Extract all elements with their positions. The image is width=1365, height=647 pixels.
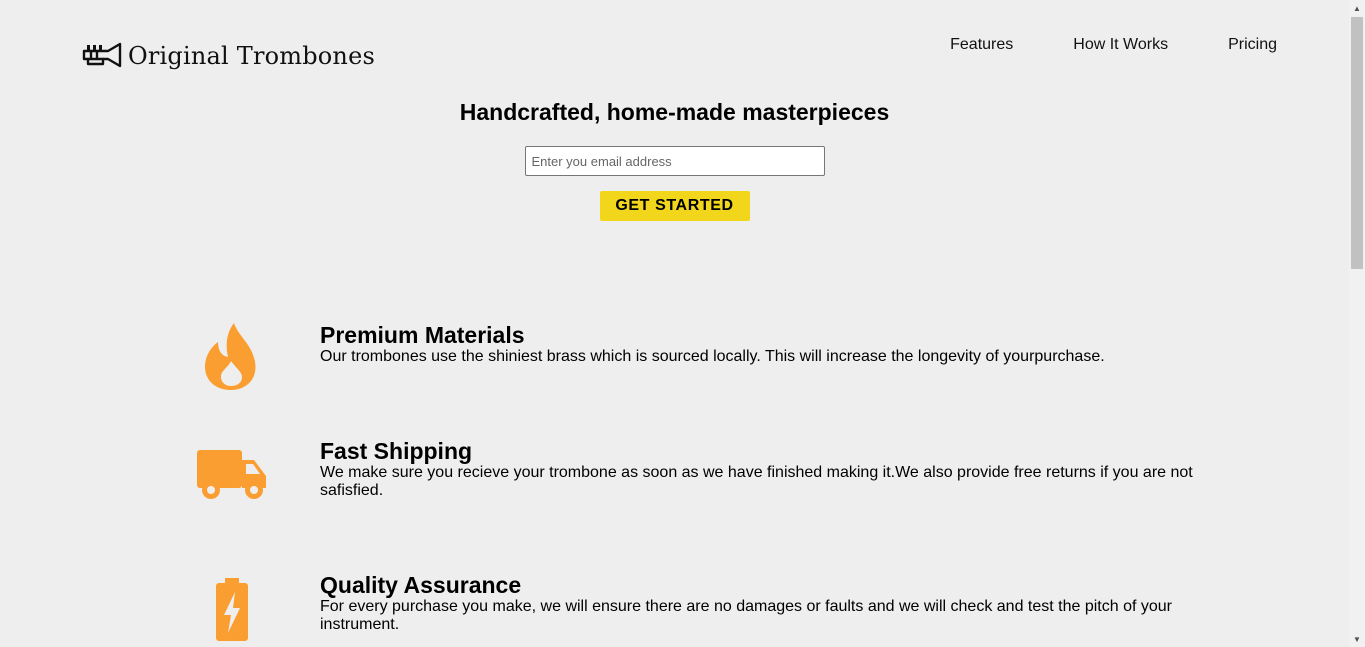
feature-text: Premium Materials Our trombones use the … (320, 322, 1210, 366)
scrollbar-thumb[interactable] (1351, 17, 1363, 269)
get-started-button[interactable]: GET STARTED (599, 191, 750, 221)
trombone-icon (82, 36, 122, 76)
logo[interactable]: Original Trombones (82, 36, 375, 76)
nav-link-how-it-works[interactable]: How It Works (1073, 36, 1168, 54)
hero-section: Handcrafted, home-made masterpieces GET … (0, 96, 1349, 221)
nav-link-pricing[interactable]: Pricing (1228, 36, 1277, 54)
feature-title: Premium Materials (320, 322, 525, 348)
feature-description: We make sure you recieve your trombone a… (320, 464, 1193, 499)
feature-description: Our trombones use the shiniest brass whi… (320, 348, 1105, 365)
main-nav: Features How It Works Pricing (950, 36, 1277, 54)
site-header: Original Trombones Features How It Works… (0, 0, 1349, 80)
scroll-down-icon[interactable]: ▼ (1349, 631, 1365, 647)
scroll-up-icon[interactable]: ▲ (1349, 0, 1365, 16)
vertical-scrollbar[interactable]: ▲ ▼ (1349, 0, 1365, 647)
feature-text: Fast Shipping We make sure you recieve y… (320, 438, 1210, 500)
feature-title: Quality Assurance (320, 572, 522, 598)
feature-description: For every purchase you make, we will ens… (320, 598, 1172, 633)
email-input[interactable] (524, 146, 825, 176)
logo-text: Original Trombones (128, 42, 376, 70)
page: Original Trombones Features How It Works… (0, 0, 1349, 647)
truck-icon (192, 448, 272, 502)
battery-bolt-icon (192, 578, 272, 642)
fire-icon (192, 322, 272, 392)
nav-link-features[interactable]: Features (950, 36, 1013, 54)
hero-title: Handcrafted, home-made masterpieces (459, 99, 890, 125)
feature-text: Quality Assurance For every purchase you… (320, 572, 1210, 634)
feature-title: Fast Shipping (320, 438, 473, 464)
